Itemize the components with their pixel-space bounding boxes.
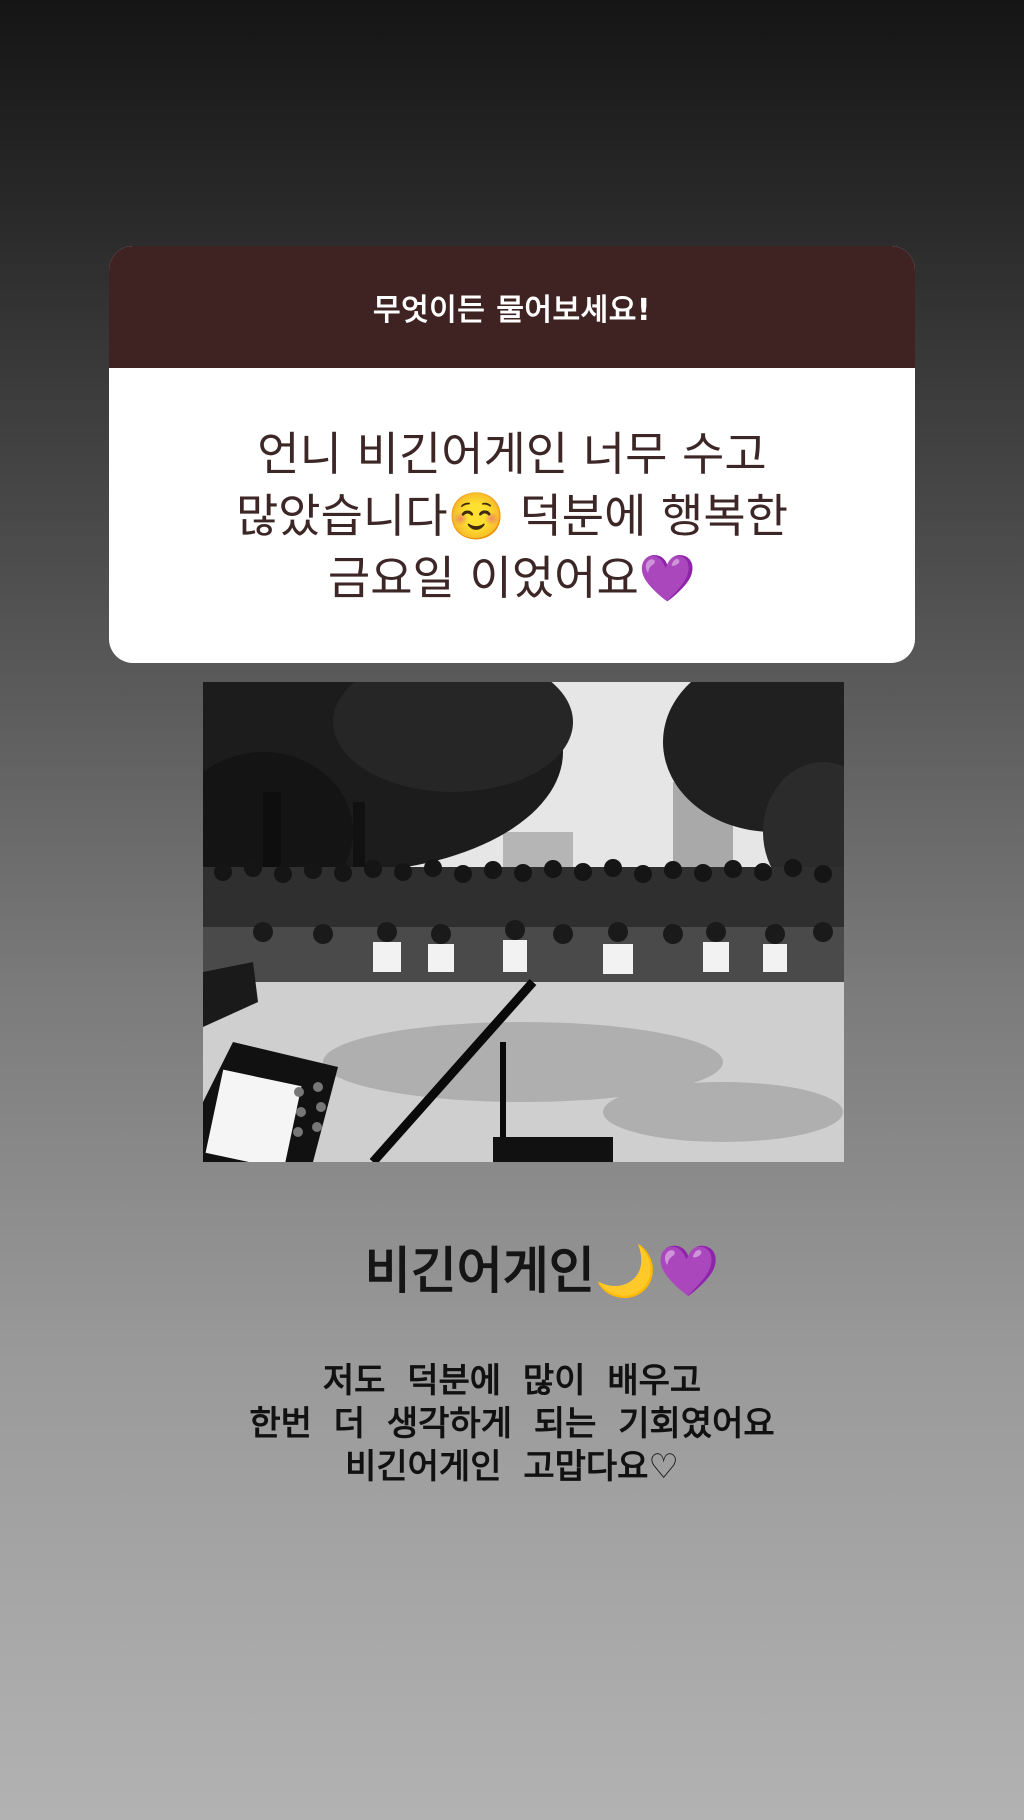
caption-line: 한번 더 생각하게 되는 기회였어요: [249, 1404, 775, 1444]
story-canvas: 무엇이든 물어보세요! 언니 비긴어게인 너무 수고 많았습니다☺️ 덕분에 행…: [0, 0, 1024, 1820]
question-answer-text: 언니 비긴어게인 너무 수고 많았습니다☺️ 덕분에 행복한 금요일 이었어요💜: [235, 426, 789, 605]
question-sticker-header: 무엇이든 물어보세요!: [109, 246, 915, 368]
question-sticker-title: 무엇이든 물어보세요!: [372, 293, 652, 328]
concert-crowd-photo: [203, 682, 844, 1162]
question-sticker[interactable]: 무엇이든 물어보세요! 언니 비긴어게인 너무 수고 많았습니다☺️ 덕분에 행…: [109, 246, 915, 663]
caption-title: 비긴어게인🌙💜: [364, 1242, 720, 1300]
caption-line: 비긴어게인 고맙다요♡: [345, 1447, 679, 1487]
question-sticker-body: 언니 비긴어게인 너무 수고 많았습니다☺️ 덕분에 행복한 금요일 이었어요💜: [109, 368, 915, 663]
caption-line: 저도 덕분에 많이 배우고: [322, 1361, 702, 1401]
caption-text: 저도 덕분에 많이 배우고 한번 더 생각하게 되는 기회였어요 비긴어게인 고…: [0, 1360, 1024, 1489]
